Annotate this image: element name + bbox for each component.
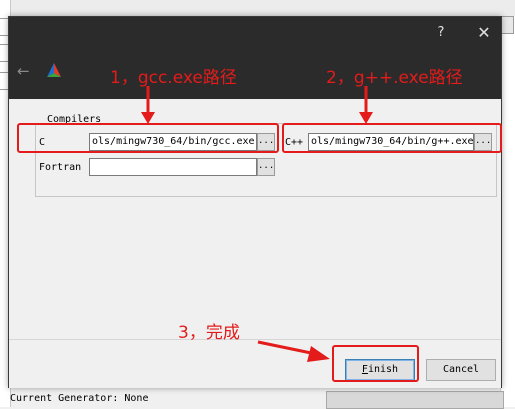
help-button[interactable]: ? (433, 24, 449, 42)
background-bottom-field (326, 391, 504, 409)
fortran-compiler-input[interactable] (89, 158, 257, 176)
wizard-footer: Finish Cancel (9, 339, 501, 388)
background-right-panel (500, 16, 515, 407)
annotation-finish: 3，完成 (178, 323, 240, 343)
cmake-logo-icon (47, 63, 61, 77)
close-button[interactable]: ✕ (475, 24, 493, 42)
cxx-compiler-highlight (282, 123, 502, 153)
fortran-compiler-label: Fortran (39, 162, 82, 173)
c-compiler-highlight (17, 123, 279, 153)
finish-highlight (332, 345, 419, 382)
dialog-titlebar: ? ✕ (9, 17, 501, 49)
cancel-button[interactable]: Cancel (426, 359, 496, 381)
status-bar-text: Current Generator: None (10, 393, 149, 404)
background-toolbar (0, 0, 515, 17)
back-arrow-icon[interactable]: ← (17, 63, 33, 79)
annotation-gcc-path: 1，gcc.exe路径 (110, 68, 237, 88)
fortran-browse-button[interactable]: ... (257, 158, 275, 176)
annotation-gxx-path: 2，g++.exe路径 (326, 68, 463, 88)
